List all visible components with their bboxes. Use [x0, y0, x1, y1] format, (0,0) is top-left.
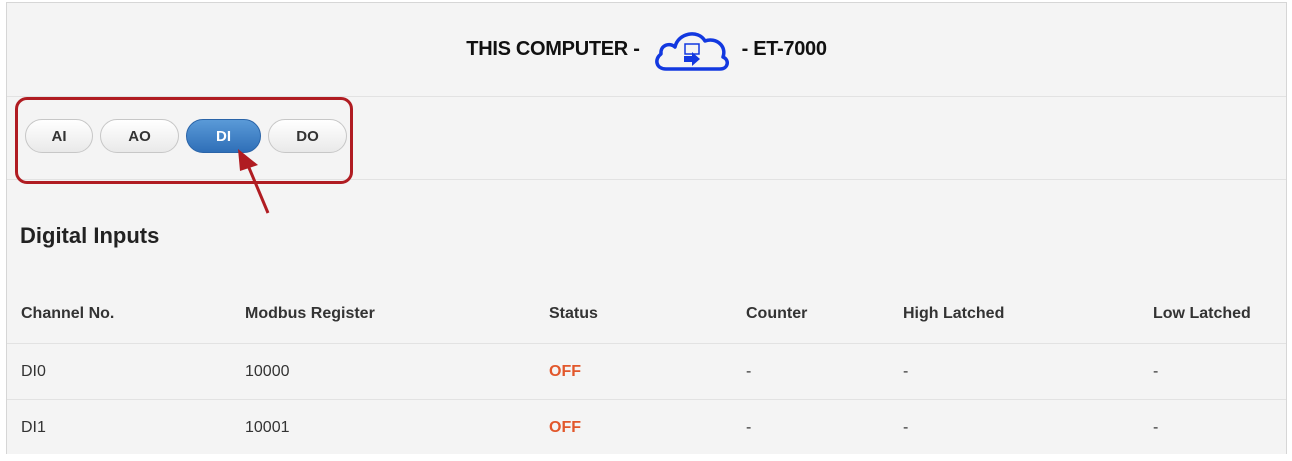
counter-cell: - [746, 419, 752, 436]
main-panel: THIS COMPUTER - - ET-7000 AI AO DI DO Di… [6, 2, 1287, 454]
low-latched-cell: - [1153, 419, 1159, 436]
tab-ao[interactable]: AO [100, 119, 179, 153]
register-cell: 10000 [245, 363, 290, 380]
digital-inputs-table: Channel No. Modbus Register Status Count… [7, 283, 1286, 455]
column-header-register: Modbus Register [245, 305, 375, 322]
tab-di[interactable]: DI [186, 119, 261, 153]
high-latched-cell: - [903, 363, 909, 380]
channel-cell: DI0 [21, 363, 46, 380]
column-header-channel: Channel No. [21, 305, 115, 322]
table-row: DI1 10001 OFF - - - [7, 399, 1286, 455]
high-latched-cell: - [903, 419, 909, 436]
column-header-counter: Counter [746, 305, 808, 322]
io-tab-bar: AI AO DI DO [7, 97, 1286, 180]
section-title: Digital Inputs [20, 223, 160, 248]
tab-do[interactable]: DO [268, 119, 347, 153]
tab-ai[interactable]: AI [25, 119, 93, 153]
connection-header: THIS COMPUTER - - ET-7000 [7, 3, 1286, 97]
table-header-row: Channel No. Modbus Register Status Count… [7, 283, 1286, 343]
counter-cell: - [746, 363, 752, 380]
header-left-text: THIS COMPUTER - [466, 38, 640, 60]
column-header-high-latched: High Latched [903, 305, 1005, 322]
status-cell: OFF [549, 419, 581, 436]
column-header-low-latched: Low Latched [1153, 305, 1251, 322]
column-header-status: Status [549, 305, 598, 322]
header-right-text: - ET-7000 [741, 38, 827, 60]
register-cell: 10001 [245, 419, 290, 436]
channel-cell: DI1 [21, 419, 46, 436]
low-latched-cell: - [1153, 363, 1159, 380]
io-tabs: AI AO DI DO [25, 119, 347, 153]
cloud-sync-icon [652, 25, 732, 75]
status-cell: OFF [549, 363, 581, 380]
table-row: DI0 10000 OFF - - - [7, 343, 1286, 399]
